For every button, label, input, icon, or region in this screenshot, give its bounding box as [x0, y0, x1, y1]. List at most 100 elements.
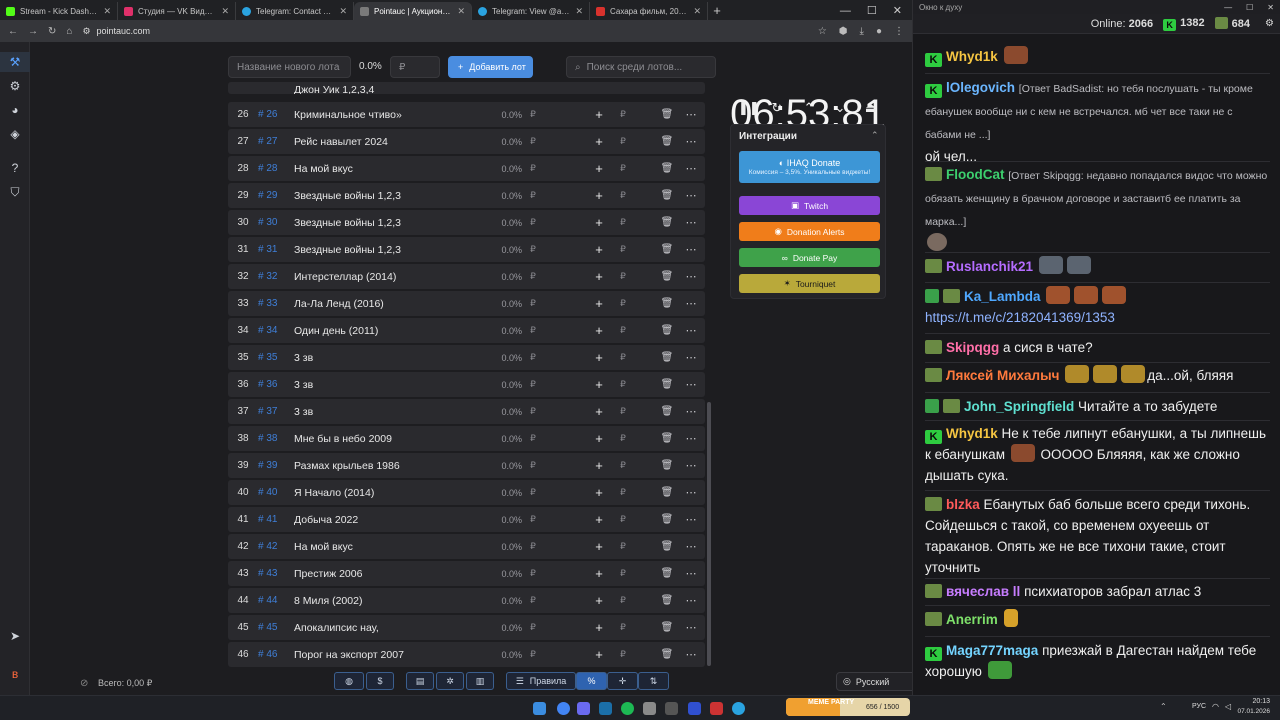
rules-button[interactable]: ☰ Правила: [506, 672, 576, 690]
lot-name[interactable]: Добыча 2022: [294, 514, 494, 526]
lot-name[interactable]: Интерстеллар (2014): [294, 271, 494, 283]
more-icon[interactable]: ⋯: [684, 594, 698, 607]
chrome-icon[interactable]: [557, 702, 570, 715]
auction-icon[interactable]: ⚒: [8, 55, 22, 69]
app-icon[interactable]: [710, 702, 723, 715]
add-amount-icon[interactable]: +: [592, 404, 606, 419]
lot-name[interactable]: Размах крыльев 1986: [294, 460, 494, 472]
minimize-icon[interactable]: —: [1224, 3, 1232, 12]
wifi-icon[interactable]: ◠: [1212, 702, 1219, 711]
more-icon[interactable]: ⋯: [684, 648, 698, 661]
add-amount-icon[interactable]: +: [592, 107, 606, 122]
layers-icon[interactable]: ◈: [8, 127, 22, 141]
add-lot-button[interactable]: + Добавить лот: [448, 56, 533, 78]
eye-off-icon[interactable]: ⊘: [80, 678, 88, 689]
trash-icon[interactable]: 🗑: [660, 217, 674, 228]
add-amount-icon[interactable]: +: [592, 539, 606, 554]
app-icon[interactable]: [643, 702, 656, 715]
more-icon[interactable]: ⋯: [684, 621, 698, 634]
reload-icon[interactable]: ↻: [48, 26, 56, 37]
browser-tab[interactable]: Сахара фильм, 2005, дата вых✕: [590, 2, 708, 20]
more-icon[interactable]: ⋯: [684, 459, 698, 472]
trash-icon[interactable]: 🗑: [660, 325, 674, 336]
add-amount-icon[interactable]: +: [592, 323, 606, 338]
add-amount-icon[interactable]: +: [592, 188, 606, 203]
collapse-icon[interactable]: ⏏: [863, 100, 879, 116]
lot-name[interactable]: Я Начало (2014): [294, 487, 494, 499]
wheel-icon[interactable]: ◕: [8, 103, 22, 117]
brand-icon[interactable]: ʙ: [8, 667, 22, 681]
trash-icon[interactable]: 🗑: [660, 595, 674, 606]
site-info-icon[interactable]: ⚙: [82, 26, 90, 37]
chat-link[interactable]: https://t.me/c/2182041369/1353: [925, 310, 1115, 325]
lot-name[interactable]: 3 зв: [294, 352, 494, 364]
lot-name[interactable]: Порог на экспорт 2007: [294, 649, 494, 661]
maximize-icon[interactable]: ☐: [867, 2, 877, 20]
more-icon[interactable]: ⋯: [684, 513, 698, 526]
close-icon[interactable]: ✕: [1267, 3, 1274, 12]
new-tab-button[interactable]: +: [708, 2, 726, 20]
add-amount-icon[interactable]: +: [592, 269, 606, 284]
collapse-chevron-icon[interactable]: ⌃: [871, 130, 879, 141]
add-amount-icon[interactable]: +: [592, 458, 606, 473]
lot-name[interactable]: На мой вкус: [294, 163, 494, 175]
lot-name[interactable]: 8 Миля (2002): [294, 595, 494, 607]
more-icon[interactable]: ⋯: [684, 189, 698, 202]
more-icon[interactable]: ⋯: [684, 270, 698, 283]
more-icon[interactable]: ⋯: [684, 216, 698, 229]
scrollbar[interactable]: [707, 402, 711, 666]
more-icon[interactable]: ⋯: [684, 324, 698, 337]
add-amount-icon[interactable]: +: [592, 215, 606, 230]
restart-icon[interactable]: ↻: [769, 100, 785, 116]
settings-icon[interactable]: ⚙: [8, 79, 22, 93]
add-amount-icon[interactable]: +: [592, 647, 606, 662]
add-amount-icon[interactable]: +: [592, 512, 606, 527]
lot-name[interactable]: На мой вкус: [294, 541, 494, 553]
search-input[interactable]: ⌕ Поиск среди лотов...: [566, 56, 716, 78]
pause-icon[interactable]: ❚❚: [738, 100, 760, 116]
lot-name[interactable]: Престиж 2006: [294, 568, 494, 580]
menu-icon[interactable]: ⋮: [894, 26, 904, 37]
github-button[interactable]: ◍: [334, 672, 364, 690]
lot-name[interactable]: Ла-Ла Ленд (2016): [294, 298, 494, 310]
more-icon[interactable]: ⋯: [684, 243, 698, 256]
steam-icon[interactable]: [599, 702, 612, 715]
app-icon[interactable]: [688, 702, 701, 715]
shuffle-toggle[interactable]: ✛: [607, 672, 638, 690]
add-time-icon[interactable]: ⌃: [801, 100, 817, 116]
close-icon[interactable]: ✕: [103, 6, 111, 17]
help-icon[interactable]: ?: [8, 161, 22, 175]
minimize-icon[interactable]: —: [840, 2, 851, 20]
trash-icon[interactable]: 🗑: [660, 136, 674, 147]
lot-name[interactable]: Апокалипсис нау,: [294, 622, 494, 634]
browser-tab[interactable]: Telegram: Contact @boris_roz✕: [236, 2, 354, 20]
telegram-icon[interactable]: ➤: [8, 629, 22, 643]
more-icon[interactable]: ⋯: [684, 162, 698, 175]
discord-icon[interactable]: [577, 702, 590, 715]
close-icon[interactable]: ✕: [693, 6, 701, 17]
profile-icon[interactable]: ●: [876, 26, 882, 37]
telegram-icon[interactable]: [732, 702, 745, 715]
archive-button[interactable]: ▥: [466, 672, 494, 690]
currency-button[interactable]: $: [366, 672, 394, 690]
extensions-icon[interactable]: ⬢: [839, 26, 848, 37]
trash-icon[interactable]: 🗑: [660, 298, 674, 309]
trash-icon[interactable]: 🗑: [660, 568, 674, 579]
trash-icon[interactable]: 🗑: [660, 244, 674, 255]
browser-tab[interactable]: Stream - Kick Dashboard✕: [0, 2, 118, 20]
more-icon[interactable]: ⋯: [684, 486, 698, 499]
more-icon[interactable]: ⋯: [684, 297, 698, 310]
close-icon[interactable]: ✕: [221, 6, 229, 17]
lot-name[interactable]: Звездные войны 1,2,3: [294, 217, 494, 229]
trash-icon[interactable]: 🗑: [660, 460, 674, 471]
settings-icon[interactable]: ⚙: [1265, 18, 1274, 29]
trash-icon[interactable]: 🗑: [660, 352, 674, 363]
add-amount-icon[interactable]: +: [592, 350, 606, 365]
subtract-time-icon[interactable]: ⌄: [832, 100, 848, 116]
maximize-icon[interactable]: ☐: [1246, 3, 1253, 12]
add-amount-icon[interactable]: +: [592, 485, 606, 500]
trash-icon[interactable]: 🗑: [660, 514, 674, 525]
trash-icon[interactable]: 🗑: [660, 109, 674, 120]
lot-name[interactable]: 3 зв: [294, 406, 494, 418]
forward-icon[interactable]: →: [28, 26, 38, 37]
